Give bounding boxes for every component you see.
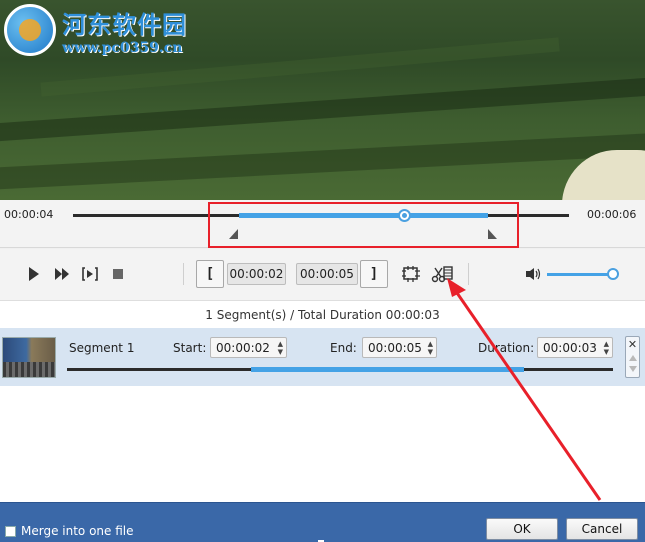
set-start-button[interactable]: [ [196, 260, 224, 288]
watermark-title: 河东软件园 [62, 9, 187, 39]
segment-start-label: Start: [173, 341, 207, 355]
checkbox-icon[interactable] [5, 525, 16, 537]
video-detail [0, 131, 645, 191]
speaker-icon[interactable] [523, 264, 543, 284]
cancel-button[interactable]: Cancel [566, 518, 638, 540]
segment-range-fill [251, 367, 524, 372]
segment-list: Segment 1 Start: 00:00:02 ▲ ▼ End: 00:00:… [0, 328, 645, 502]
segment-name: Segment 1 [69, 341, 135, 355]
move-up-icon[interactable] [629, 355, 637, 361]
segment-start-stepper[interactable]: 00:00:02 ▲ ▼ [210, 337, 287, 358]
end-time-field[interactable]: 00:00:05 [296, 263, 358, 285]
start-time-field[interactable]: 00:00:02 [227, 263, 286, 285]
segment-end-label: End: [330, 341, 357, 355]
frame-step-icon[interactable] [80, 264, 100, 284]
separator [183, 263, 184, 285]
segment-actions: ✕ [625, 336, 640, 378]
watermark-logo-icon [4, 4, 56, 56]
segment-end-stepper[interactable]: 00:00:05 ▲ ▼ [362, 337, 437, 358]
volume-slider-track[interactable] [547, 273, 613, 276]
separator [468, 263, 469, 285]
list-item[interactable]: Segment 1 Start: 00:00:02 ▲ ▼ End: 00:00:… [0, 328, 645, 386]
playback-controls: [ 00:00:02 00:00:05 ] [0, 249, 645, 300]
stepper-arrows-icon[interactable]: ▲ ▼ [428, 340, 433, 356]
ok-button[interactable]: OK [486, 518, 558, 540]
play-icon[interactable] [24, 264, 44, 284]
scissors-film-icon[interactable] [430, 264, 454, 284]
segment-summary: 1 Segment(s) / Total Duration 00:00:03 [0, 300, 645, 328]
watermark-url: www.pc0359.cn [62, 39, 183, 56]
segment-duration-label: Duration: [478, 341, 535, 355]
set-end-button[interactable]: ] [360, 260, 388, 288]
dialog-footer: Merge into one file OK Cancel [0, 502, 645, 542]
move-down-icon[interactable] [629, 366, 637, 372]
timeline-end-time: 00:00:06 [587, 208, 637, 221]
volume-slider-handle[interactable] [607, 268, 619, 280]
merge-checkbox[interactable]: Merge into one file [5, 524, 134, 538]
stepper-arrows-icon[interactable]: ▲ ▼ [604, 340, 609, 356]
watermark: 河东软件园 www.pc0359.cn [4, 4, 187, 56]
annotation-highlight-box [208, 202, 519, 248]
segment-thumbnail [2, 337, 56, 378]
merge-label: Merge into one file [21, 524, 134, 538]
video-preview: 河东软件园 www.pc0359.cn [0, 0, 645, 200]
segment-duration-stepper[interactable]: 00:00:03 ▲ ▼ [537, 337, 613, 358]
timeline-start-time: 00:00:04 [4, 208, 54, 221]
stepper-arrows-icon[interactable]: ▲ ▼ [278, 340, 283, 356]
film-add-icon[interactable] [401, 264, 421, 284]
remove-segment-icon[interactable]: ✕ [626, 338, 639, 351]
fast-forward-icon[interactable] [52, 264, 72, 284]
stop-icon[interactable] [108, 264, 128, 284]
